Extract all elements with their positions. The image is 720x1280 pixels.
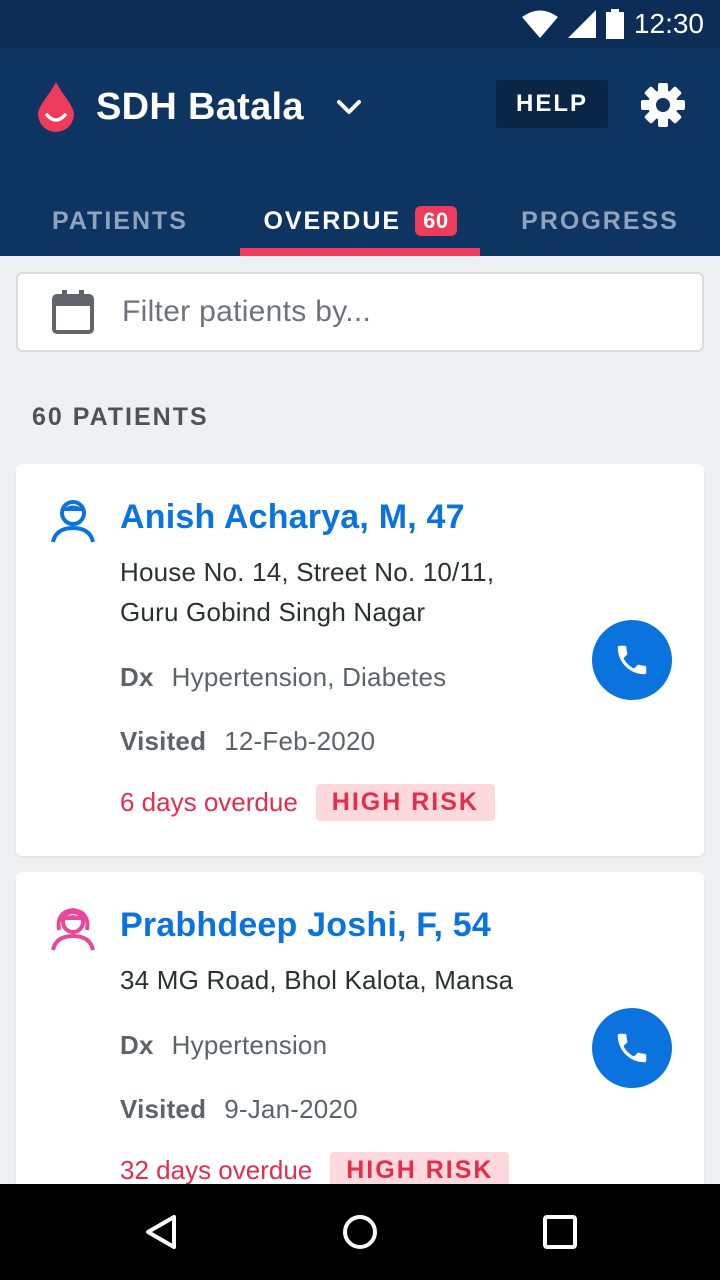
- app-bar: SDH Batala HELP PATIENTS OVERDUE 60 PROG…: [0, 48, 720, 256]
- patient-address-line: House No. 14, Street No. 10/11,: [120, 557, 495, 587]
- diagnosis-value: Hypertension: [171, 1030, 328, 1060]
- battery-icon: [605, 9, 624, 39]
- diagnosis-label: Dx: [120, 662, 154, 692]
- diagnosis-label: Dx: [120, 1030, 154, 1060]
- help-button[interactable]: HELP: [496, 80, 608, 128]
- visited-date: 9-Jan-2020: [224, 1094, 358, 1124]
- patient-name[interactable]: Anish Acharya, M, 47: [120, 498, 465, 537]
- patient-card[interactable]: Anish Acharya, M, 47 House No. 14, Stree…: [16, 464, 704, 856]
- filter-placeholder: Filter patients by...: [122, 295, 372, 328]
- home-icon[interactable]: [340, 1212, 380, 1252]
- status-time: 12:30: [633, 8, 704, 39]
- system-nav-bar: [0, 1184, 720, 1280]
- visited-date: 12-Feb-2020: [224, 726, 376, 756]
- patient-address-line: Guru Gobind Singh Nagar: [120, 597, 426, 627]
- overdue-row: 6 days overdue HIGH RISK: [120, 784, 495, 821]
- diagnosis-row: Dx Hypertension: [120, 1030, 327, 1061]
- call-button[interactable]: [592, 1008, 672, 1088]
- diagnosis-row: Dx Hypertension, Diabetes: [120, 662, 446, 693]
- phone-icon: [617, 645, 647, 675]
- patient-name[interactable]: Prabhdeep Joshi, F, 54: [120, 906, 491, 945]
- patient-count: 60 PATIENTS: [32, 403, 209, 431]
- overdue-count-badge: 60: [415, 206, 457, 236]
- blood-drop-icon: [38, 82, 74, 132]
- visited-row: Visited 9-Jan-2020: [120, 1094, 358, 1125]
- female-patient-icon: [51, 907, 95, 951]
- visited-row: Visited 12-Feb-2020: [120, 726, 375, 757]
- facility-name: SDH Batala: [96, 85, 304, 128]
- status-bar: 12:30: [0, 0, 720, 48]
- visited-label: Visited: [120, 1094, 207, 1124]
- recents-icon[interactable]: [540, 1212, 580, 1252]
- high-risk-badge: HIGH RISK: [315, 784, 495, 821]
- tab-patients[interactable]: PATIENTS: [0, 186, 240, 256]
- tab-label: PATIENTS: [52, 206, 188, 235]
- tab-bar: PATIENTS OVERDUE 60 PROGRESS: [0, 186, 720, 256]
- active-tab-indicator: [240, 248, 480, 256]
- tab-label: PROGRESS: [521, 206, 679, 235]
- calendar-icon: [52, 290, 94, 334]
- overdue-text: 6 days overdue: [120, 787, 298, 817]
- cell-signal-icon: [567, 10, 596, 38]
- chevron-down-icon: [336, 100, 361, 114]
- patient-card[interactable]: Prabhdeep Joshi, F, 54 34 MG Road, Bhol …: [16, 872, 704, 1212]
- phone-icon: [617, 1033, 647, 1063]
- tab-progress[interactable]: PROGRESS: [480, 186, 720, 256]
- gear-icon[interactable]: [640, 82, 686, 128]
- back-icon[interactable]: [142, 1212, 182, 1252]
- facility-selector[interactable]: SDH Batala: [38, 82, 364, 132]
- overdue-text: 32 days overdue: [120, 1155, 313, 1185]
- patient-address-line: 34 MG Road, Bhol Kalota, Mansa: [120, 965, 514, 995]
- visited-label: Visited: [120, 726, 207, 756]
- filter-input[interactable]: Filter patients by...: [16, 272, 704, 352]
- wifi-icon: [521, 10, 558, 38]
- tab-overdue[interactable]: OVERDUE 60: [240, 186, 480, 256]
- male-patient-icon: [51, 500, 95, 543]
- diagnosis-value: Hypertension, Diabetes: [171, 662, 447, 692]
- call-button[interactable]: [592, 620, 672, 700]
- tab-label: OVERDUE: [263, 206, 402, 235]
